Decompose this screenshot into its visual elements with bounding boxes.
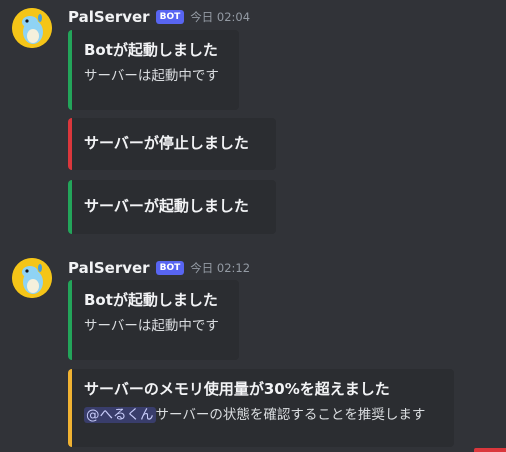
embed-title: サーバーが停止しました bbox=[84, 134, 249, 152]
embed-title: サーバーが起動しました bbox=[84, 197, 249, 215]
user-mention[interactable]: @へるくん bbox=[84, 407, 156, 423]
timestamp: 今日 02:12 bbox=[190, 261, 251, 275]
embed-server-stopped: サーバーが停止しました bbox=[68, 118, 276, 170]
embed-title: Botが起動しました bbox=[84, 291, 218, 309]
embed-server-started: サーバーが起動しました bbox=[68, 180, 276, 234]
avatar[interactable] bbox=[12, 258, 52, 298]
message-header: PalServer BOT 今日 02:04 bbox=[68, 7, 250, 27]
embed-description: サーバーは起動中です bbox=[84, 68, 219, 84]
bot-badge: BOT bbox=[155, 261, 185, 275]
timestamp: 今日 02:04 bbox=[190, 10, 251, 24]
bot-badge: BOT bbox=[155, 10, 185, 24]
embed-title: サーバーのメモリ使用量が30%を超えました bbox=[84, 380, 390, 398]
username[interactable]: PalServer bbox=[68, 259, 150, 277]
avatar[interactable] bbox=[12, 8, 52, 48]
embed-bot-started: Botが起動しました サーバーは起動中です bbox=[68, 280, 239, 360]
embed-bot-started: Botが起動しました サーバーは起動中です bbox=[68, 30, 239, 110]
message: PalServer BOT 今日 02:04 Botが起動しました サーバーは起… bbox=[0, 0, 506, 240]
message: PalServer BOT 今日 02:12 Botが起動しました サーバーは起… bbox=[0, 250, 506, 452]
notification-indicator bbox=[474, 448, 506, 452]
embed-title: Botが起動しました bbox=[84, 41, 218, 59]
username[interactable]: PalServer bbox=[68, 8, 150, 26]
embed-description: サーバーは起動中です bbox=[84, 318, 219, 334]
embed-memory-warning: サーバーのメモリ使用量が30%を超えました @へるくん サーバーの状態を確認するこ… bbox=[68, 369, 454, 447]
embed-description: @へるくん サーバーの状態を確認することを推奨します bbox=[84, 406, 440, 424]
message-header: PalServer BOT 今日 02:12 bbox=[68, 258, 250, 278]
embed-description-text: サーバーの状態を確認することを推奨します bbox=[155, 407, 426, 423]
